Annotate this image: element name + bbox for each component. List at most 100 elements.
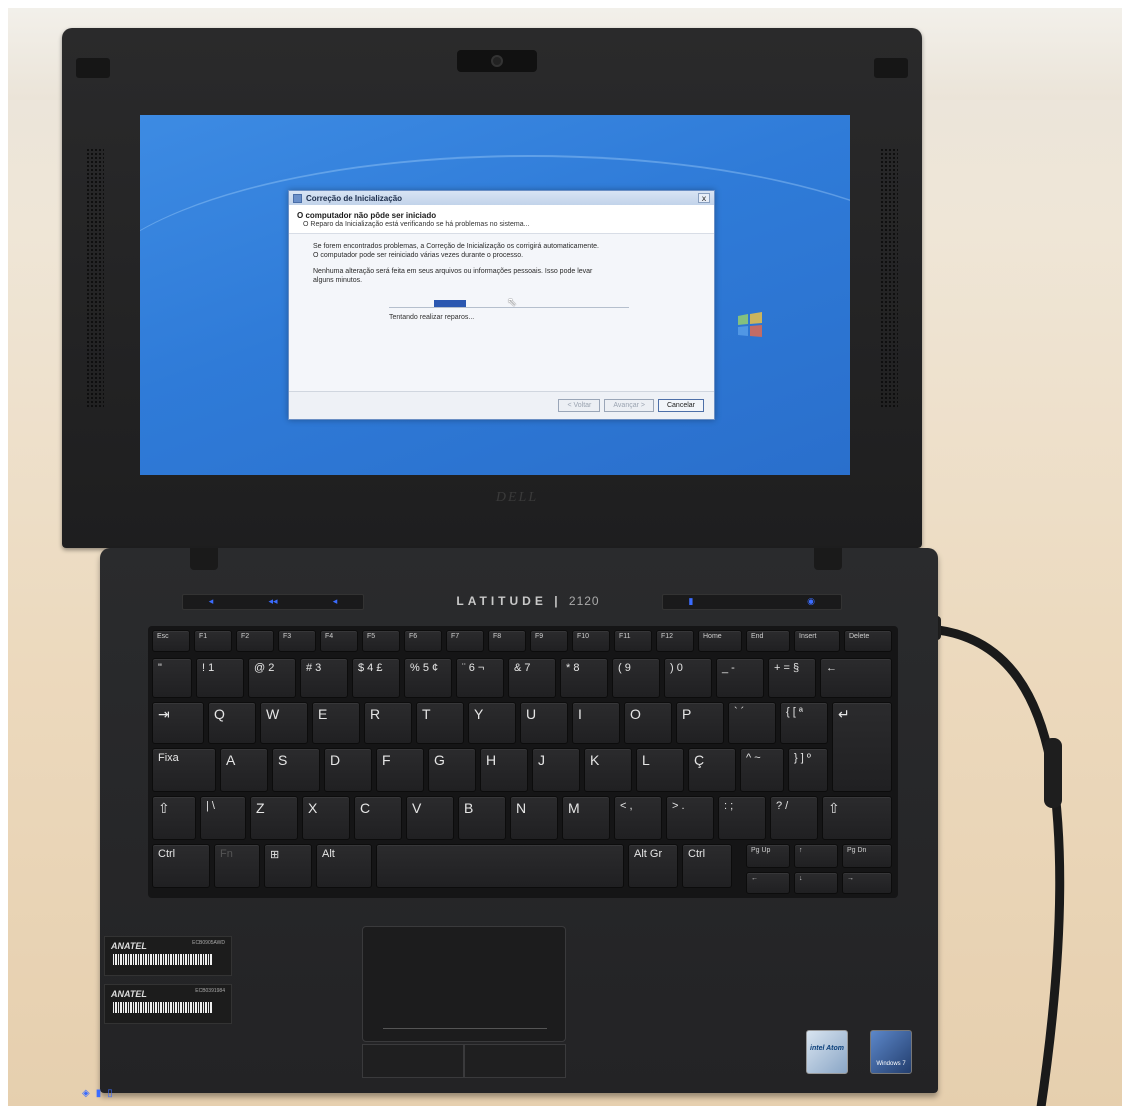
key-altgr[interactable]: Alt Gr	[628, 844, 678, 888]
key-pipe[interactable]: | \	[200, 796, 246, 840]
key-comma[interactable]: < ,	[614, 796, 662, 840]
key-tab[interactable]: ⇥	[152, 702, 204, 744]
key-u[interactable]: U	[520, 702, 568, 744]
key-c[interactable]: C	[354, 796, 402, 840]
key-w[interactable]: W	[260, 702, 308, 744]
key-delete[interactable]: Delete	[844, 630, 892, 652]
back-button[interactable]: < Voltar	[558, 399, 601, 412]
key-2[interactable]: @ 2	[248, 658, 296, 698]
key-y[interactable]: Y	[468, 702, 516, 744]
key-m[interactable]: M	[562, 796, 610, 840]
key-k[interactable]: K	[584, 748, 632, 792]
key-b[interactable]: B	[458, 796, 506, 840]
key-r[interactable]: R	[364, 702, 412, 744]
key-n[interactable]: N	[510, 796, 558, 840]
key-backspace[interactable]: ←	[820, 658, 892, 698]
arrow-left-icon[interactable]: ←	[746, 872, 790, 894]
key-bracket-right[interactable]: } ] º	[788, 748, 828, 792]
key-7[interactable]: & 7	[508, 658, 556, 698]
key-slash[interactable]: ? /	[770, 796, 818, 840]
touchpad-left-button[interactable]	[362, 1044, 464, 1078]
key-0[interactable]: ) 0	[664, 658, 712, 698]
key-pgdn[interactable]: Pg Dn	[842, 844, 892, 868]
arrow-down-icon[interactable]: ↓	[794, 872, 838, 894]
key-x[interactable]: X	[302, 796, 350, 840]
key-p[interactable]: P	[676, 702, 724, 744]
key-f[interactable]: F	[376, 748, 424, 792]
key-ctrl-left[interactable]: Ctrl	[152, 844, 210, 888]
arrow-right-icon[interactable]: →	[842, 872, 892, 894]
key-f2[interactable]: F2	[236, 630, 274, 652]
key-1[interactable]: ! 1	[196, 658, 244, 698]
key-z[interactable]: Z	[250, 796, 298, 840]
key-ctrl-right[interactable]: Ctrl	[682, 844, 732, 888]
key-o[interactable]: O	[624, 702, 672, 744]
key-t[interactable]: T	[416, 702, 464, 744]
key-space[interactable]	[376, 844, 624, 888]
dialog-titlebar[interactable]: Correção de Inicialização x	[289, 191, 714, 205]
key-f10[interactable]: F10	[572, 630, 610, 652]
key-semicolon[interactable]: : ;	[718, 796, 766, 840]
key-quote[interactable]: "	[152, 658, 192, 698]
key-4[interactable]: $ 4 £	[352, 658, 400, 698]
key-end[interactable]: End	[746, 630, 790, 652]
key-8[interactable]: * 8	[560, 658, 608, 698]
dell-logo: DELL	[495, 490, 539, 505]
volume-down-icon[interactable]: ◂◂	[245, 596, 301, 608]
key-tilde[interactable]: ^ ~	[740, 748, 784, 792]
touchpad-right-button[interactable]	[464, 1044, 566, 1078]
key-v[interactable]: V	[406, 796, 454, 840]
key-enter[interactable]: ↵	[832, 702, 892, 792]
key-shift-left[interactable]: ⇧	[152, 796, 196, 840]
key-j[interactable]: J	[532, 748, 580, 792]
windows-key-icon[interactable]: ⊞	[264, 844, 312, 888]
key-period[interactable]: > .	[666, 796, 714, 840]
key-f4[interactable]: F4	[320, 630, 358, 652]
key-c-cedilla[interactable]: Ç	[688, 748, 736, 792]
key-e[interactable]: E	[312, 702, 360, 744]
key-home[interactable]: Home	[698, 630, 742, 652]
key-minus[interactable]: _ -	[716, 658, 764, 698]
key-i[interactable]: I	[572, 702, 620, 744]
key-f6[interactable]: F6	[404, 630, 442, 652]
key-acute[interactable]: ` ´	[728, 702, 776, 744]
laptop-base: ◂ ◂◂ ◂ LATITUDE | 2120 ▮ ◉ Esc F1 F2 F3 …	[100, 548, 938, 1093]
next-button[interactable]: Avançar >	[604, 399, 654, 412]
key-q[interactable]: Q	[208, 702, 256, 744]
key-f9[interactable]: F9	[530, 630, 568, 652]
mute-icon[interactable]: ◂	[183, 596, 239, 608]
key-f11[interactable]: F11	[614, 630, 652, 652]
key-bracket-left[interactable]: { [ ª	[780, 702, 828, 744]
key-equals[interactable]: + = §	[768, 658, 816, 698]
power-button-icon[interactable]: ◉	[783, 596, 839, 608]
touchpad[interactable]	[362, 926, 566, 1042]
key-pgup[interactable]: Pg Up	[746, 844, 790, 868]
key-capslock[interactable]: Fixa	[152, 748, 216, 792]
key-3[interactable]: # 3	[300, 658, 348, 698]
key-f5[interactable]: F5	[362, 630, 400, 652]
key-6[interactable]: ¨ 6 ¬	[456, 658, 504, 698]
volume-up-icon[interactable]: ◂	[307, 596, 363, 608]
key-s[interactable]: S	[272, 748, 320, 792]
key-f12[interactable]: F12	[656, 630, 694, 652]
key-9[interactable]: ( 9	[612, 658, 660, 698]
key-esc[interactable]: Esc	[152, 630, 190, 652]
key-alt[interactable]: Alt	[316, 844, 372, 888]
wireless-icon[interactable]: ▮	[663, 596, 719, 608]
key-f1[interactable]: F1	[194, 630, 232, 652]
key-f8[interactable]: F8	[488, 630, 526, 652]
key-fn[interactable]: Fn	[214, 844, 260, 888]
cancel-button[interactable]: Cancelar	[657, 399, 704, 412]
key-shift-right[interactable]: ⇧	[822, 796, 892, 840]
key-f3[interactable]: F3	[278, 630, 316, 652]
key-f7[interactable]: F7	[446, 630, 484, 652]
key-5[interactable]: % 5 ¢	[404, 658, 452, 698]
key-l[interactable]: L	[636, 748, 684, 792]
arrow-up-icon[interactable]: ↑	[794, 844, 838, 868]
key-h[interactable]: H	[480, 748, 528, 792]
key-d[interactable]: D	[324, 748, 372, 792]
key-insert[interactable]: Insert	[794, 630, 840, 652]
close-button[interactable]: x	[698, 193, 710, 203]
key-a[interactable]: A	[220, 748, 268, 792]
key-g[interactable]: G	[428, 748, 476, 792]
